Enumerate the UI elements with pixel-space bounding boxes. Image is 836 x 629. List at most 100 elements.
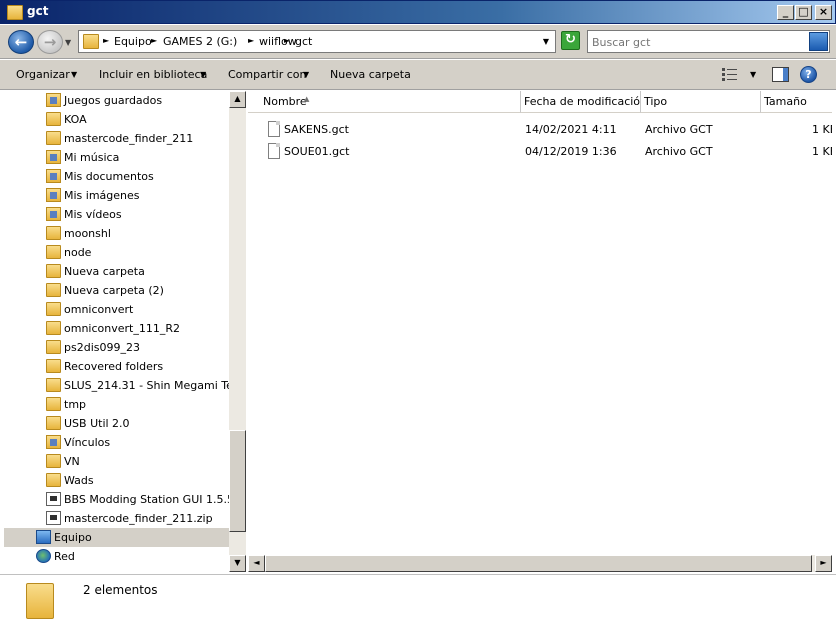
nav-item-tmp[interactable]: tmp xyxy=(4,395,230,414)
refresh-button[interactable]: ↻ xyxy=(561,31,580,50)
nav-item-mis-imagenes[interactable]: Mis imágenes xyxy=(4,186,230,205)
music-folder-icon xyxy=(46,150,61,164)
breadcrumb-drive[interactable]: GAMES 2 (G:) xyxy=(163,35,237,48)
file-row[interactable]: SAKENS.gct 14/02/2021 4:11 Archivo GCT 1… xyxy=(248,119,832,140)
folder-icon xyxy=(46,454,61,468)
chevron-down-icon[interactable]: ▼ xyxy=(750,70,756,79)
nav-item-label: BBS Modding Station GUI 1.5.5.zip xyxy=(64,493,230,506)
videos-folder-icon xyxy=(46,207,61,221)
help-icon[interactable]: ? xyxy=(800,66,817,83)
nav-item-usb-util[interactable]: USB Util 2.0 xyxy=(4,414,230,433)
folder-icon xyxy=(46,283,61,297)
folder-icon xyxy=(46,473,61,487)
close-button[interactable]: × xyxy=(815,5,832,20)
search-box[interactable] xyxy=(587,30,830,53)
scroll-down-button[interactable]: ▼ xyxy=(229,555,246,572)
nav-item-slus[interactable]: SLUS_214.31 - Shin Megami Tense xyxy=(4,376,230,395)
nav-item-mastercode-finder[interactable]: mastercode_finder_211 xyxy=(4,129,230,148)
documents-folder-icon xyxy=(46,169,61,183)
nav-item-wads[interactable]: Wads xyxy=(4,471,230,490)
nav-item-label: Nueva carpeta (2) xyxy=(64,284,164,297)
column-label: Nombre xyxy=(263,95,307,108)
scroll-thumb[interactable] xyxy=(265,555,812,572)
nav-item-nueva-carpeta[interactable]: Nueva carpeta xyxy=(4,262,230,281)
nav-item-red[interactable]: Red xyxy=(4,547,230,566)
nav-item-equipo[interactable]: Equipo xyxy=(4,528,230,547)
nav-item-vn[interactable]: VN xyxy=(4,452,230,471)
nav-item-mis-videos[interactable]: Mis vídeos xyxy=(4,205,230,224)
file-modified: 04/12/2019 1:36 xyxy=(525,145,617,158)
breadcrumb-equipo[interactable]: Equipo xyxy=(114,35,152,48)
zip-icon xyxy=(46,511,61,525)
folder-icon xyxy=(46,264,61,278)
search-input[interactable] xyxy=(592,34,802,50)
chevron-right-icon[interactable]: ► xyxy=(103,36,109,45)
nav-item-label: Equipo xyxy=(54,531,92,544)
column-label: Tipo xyxy=(644,95,668,108)
nav-item-juegos-guardados[interactable]: Juegos guardados xyxy=(4,91,230,110)
nav-item-mi-musica[interactable]: Mi música xyxy=(4,148,230,167)
chevron-down-icon: ▼ xyxy=(200,70,207,79)
column-header-modified[interactable]: Fecha de modificación xyxy=(521,91,647,113)
minimize-button[interactable]: _ xyxy=(777,5,794,20)
column-header-type[interactable]: Tipo xyxy=(641,91,761,113)
organize-menu[interactable]: Organizar xyxy=(16,68,70,81)
nav-item-bbs-zip[interactable]: BBS Modding Station GUI 1.5.5.zip xyxy=(4,490,230,509)
nav-item-label: Nueva carpeta xyxy=(64,265,145,278)
nav-item-ps2dis[interactable]: ps2dis099_23 xyxy=(4,338,230,357)
column-header-name[interactable]: Nombre ▲ xyxy=(248,91,521,113)
file-size: 1 KB xyxy=(812,123,832,136)
back-button[interactable]: ← xyxy=(8,30,34,54)
nav-item-recovered-folders[interactable]: Recovered folders xyxy=(4,357,230,376)
recent-pages-dropdown[interactable]: ▼ xyxy=(65,38,71,47)
folder-icon xyxy=(46,302,61,316)
command-bar: Organizar ▼ Incluir en biblioteca ▼ Comp… xyxy=(0,60,836,90)
file-type: Archivo GCT xyxy=(645,145,713,158)
nav-scrollbar[interactable]: ▲ ▼ xyxy=(229,91,246,572)
search-icon[interactable] xyxy=(809,32,828,51)
column-header-size[interactable]: Tamaño xyxy=(761,91,832,113)
breadcrumb-gct[interactable]: gct xyxy=(295,35,312,48)
file-icon xyxy=(268,121,280,137)
chevron-right-icon[interactable]: ► xyxy=(248,36,254,45)
nav-item-node[interactable]: node xyxy=(4,243,230,262)
maximize-button[interactable]: □ xyxy=(795,5,812,20)
special-folder-icon xyxy=(46,93,61,107)
include-library-menu[interactable]: Incluir en biblioteca xyxy=(99,68,207,81)
scroll-right-button[interactable]: ► xyxy=(815,555,832,572)
address-bar[interactable]: ► Equipo ► GAMES 2 (G:) ► wiiflow ► gct … xyxy=(78,30,556,53)
nav-item-label: Vínculos xyxy=(64,436,111,449)
share-menu[interactable]: Compartir con xyxy=(228,68,307,81)
computer-icon xyxy=(36,530,51,544)
chevron-down-icon: ▼ xyxy=(303,70,310,79)
forward-button[interactable]: → xyxy=(37,30,63,54)
nav-item-mastercode-zip[interactable]: mastercode_finder_211.zip xyxy=(4,509,230,528)
file-row[interactable]: SOUE01.gct 04/12/2019 1:36 Archivo GCT 1… xyxy=(248,141,832,162)
nav-item-moonshl[interactable]: moonshl xyxy=(4,224,230,243)
folder-icon xyxy=(46,131,61,145)
nav-item-nueva-carpeta-2[interactable]: Nueva carpeta (2) xyxy=(4,281,230,300)
address-row: ← → ▼ ► Equipo ► GAMES 2 (G:) ► wiiflow … xyxy=(0,25,836,59)
folder-icon xyxy=(46,359,61,373)
scroll-up-button[interactable]: ▲ xyxy=(229,91,246,108)
chevron-right-icon[interactable]: ► xyxy=(151,36,157,45)
chevron-right-icon[interactable]: ► xyxy=(284,36,290,45)
file-list-scrollbar[interactable]: ◄ ► xyxy=(248,555,832,572)
nav-item-mis-documentos[interactable]: Mis documentos xyxy=(4,167,230,186)
chevron-down-icon[interactable]: ▼ xyxy=(543,37,549,46)
scroll-left-button[interactable]: ◄ xyxy=(248,555,265,572)
nav-item-label: ps2dis099_23 xyxy=(64,341,140,354)
breadcrumb-wiiflow[interactable]: wiiflow xyxy=(259,35,297,48)
views-icon[interactable] xyxy=(722,68,738,81)
nav-item-omniconvert[interactable]: omniconvert xyxy=(4,300,230,319)
folder-icon xyxy=(46,416,61,430)
nav-item-vinculos[interactable]: Vínculos xyxy=(4,433,230,452)
nav-item-label: SLUS_214.31 - Shin Megami Tense xyxy=(64,379,230,392)
nav-item-omniconvert-r2[interactable]: omniconvert_111_R2 xyxy=(4,319,230,338)
nav-item-koa[interactable]: KOA xyxy=(4,110,230,129)
folder-icon xyxy=(46,226,61,240)
preview-pane-icon[interactable] xyxy=(772,67,789,82)
folder-icon xyxy=(46,378,61,392)
new-folder-button[interactable]: Nueva carpeta xyxy=(330,68,411,81)
scroll-thumb[interactable] xyxy=(229,430,246,532)
